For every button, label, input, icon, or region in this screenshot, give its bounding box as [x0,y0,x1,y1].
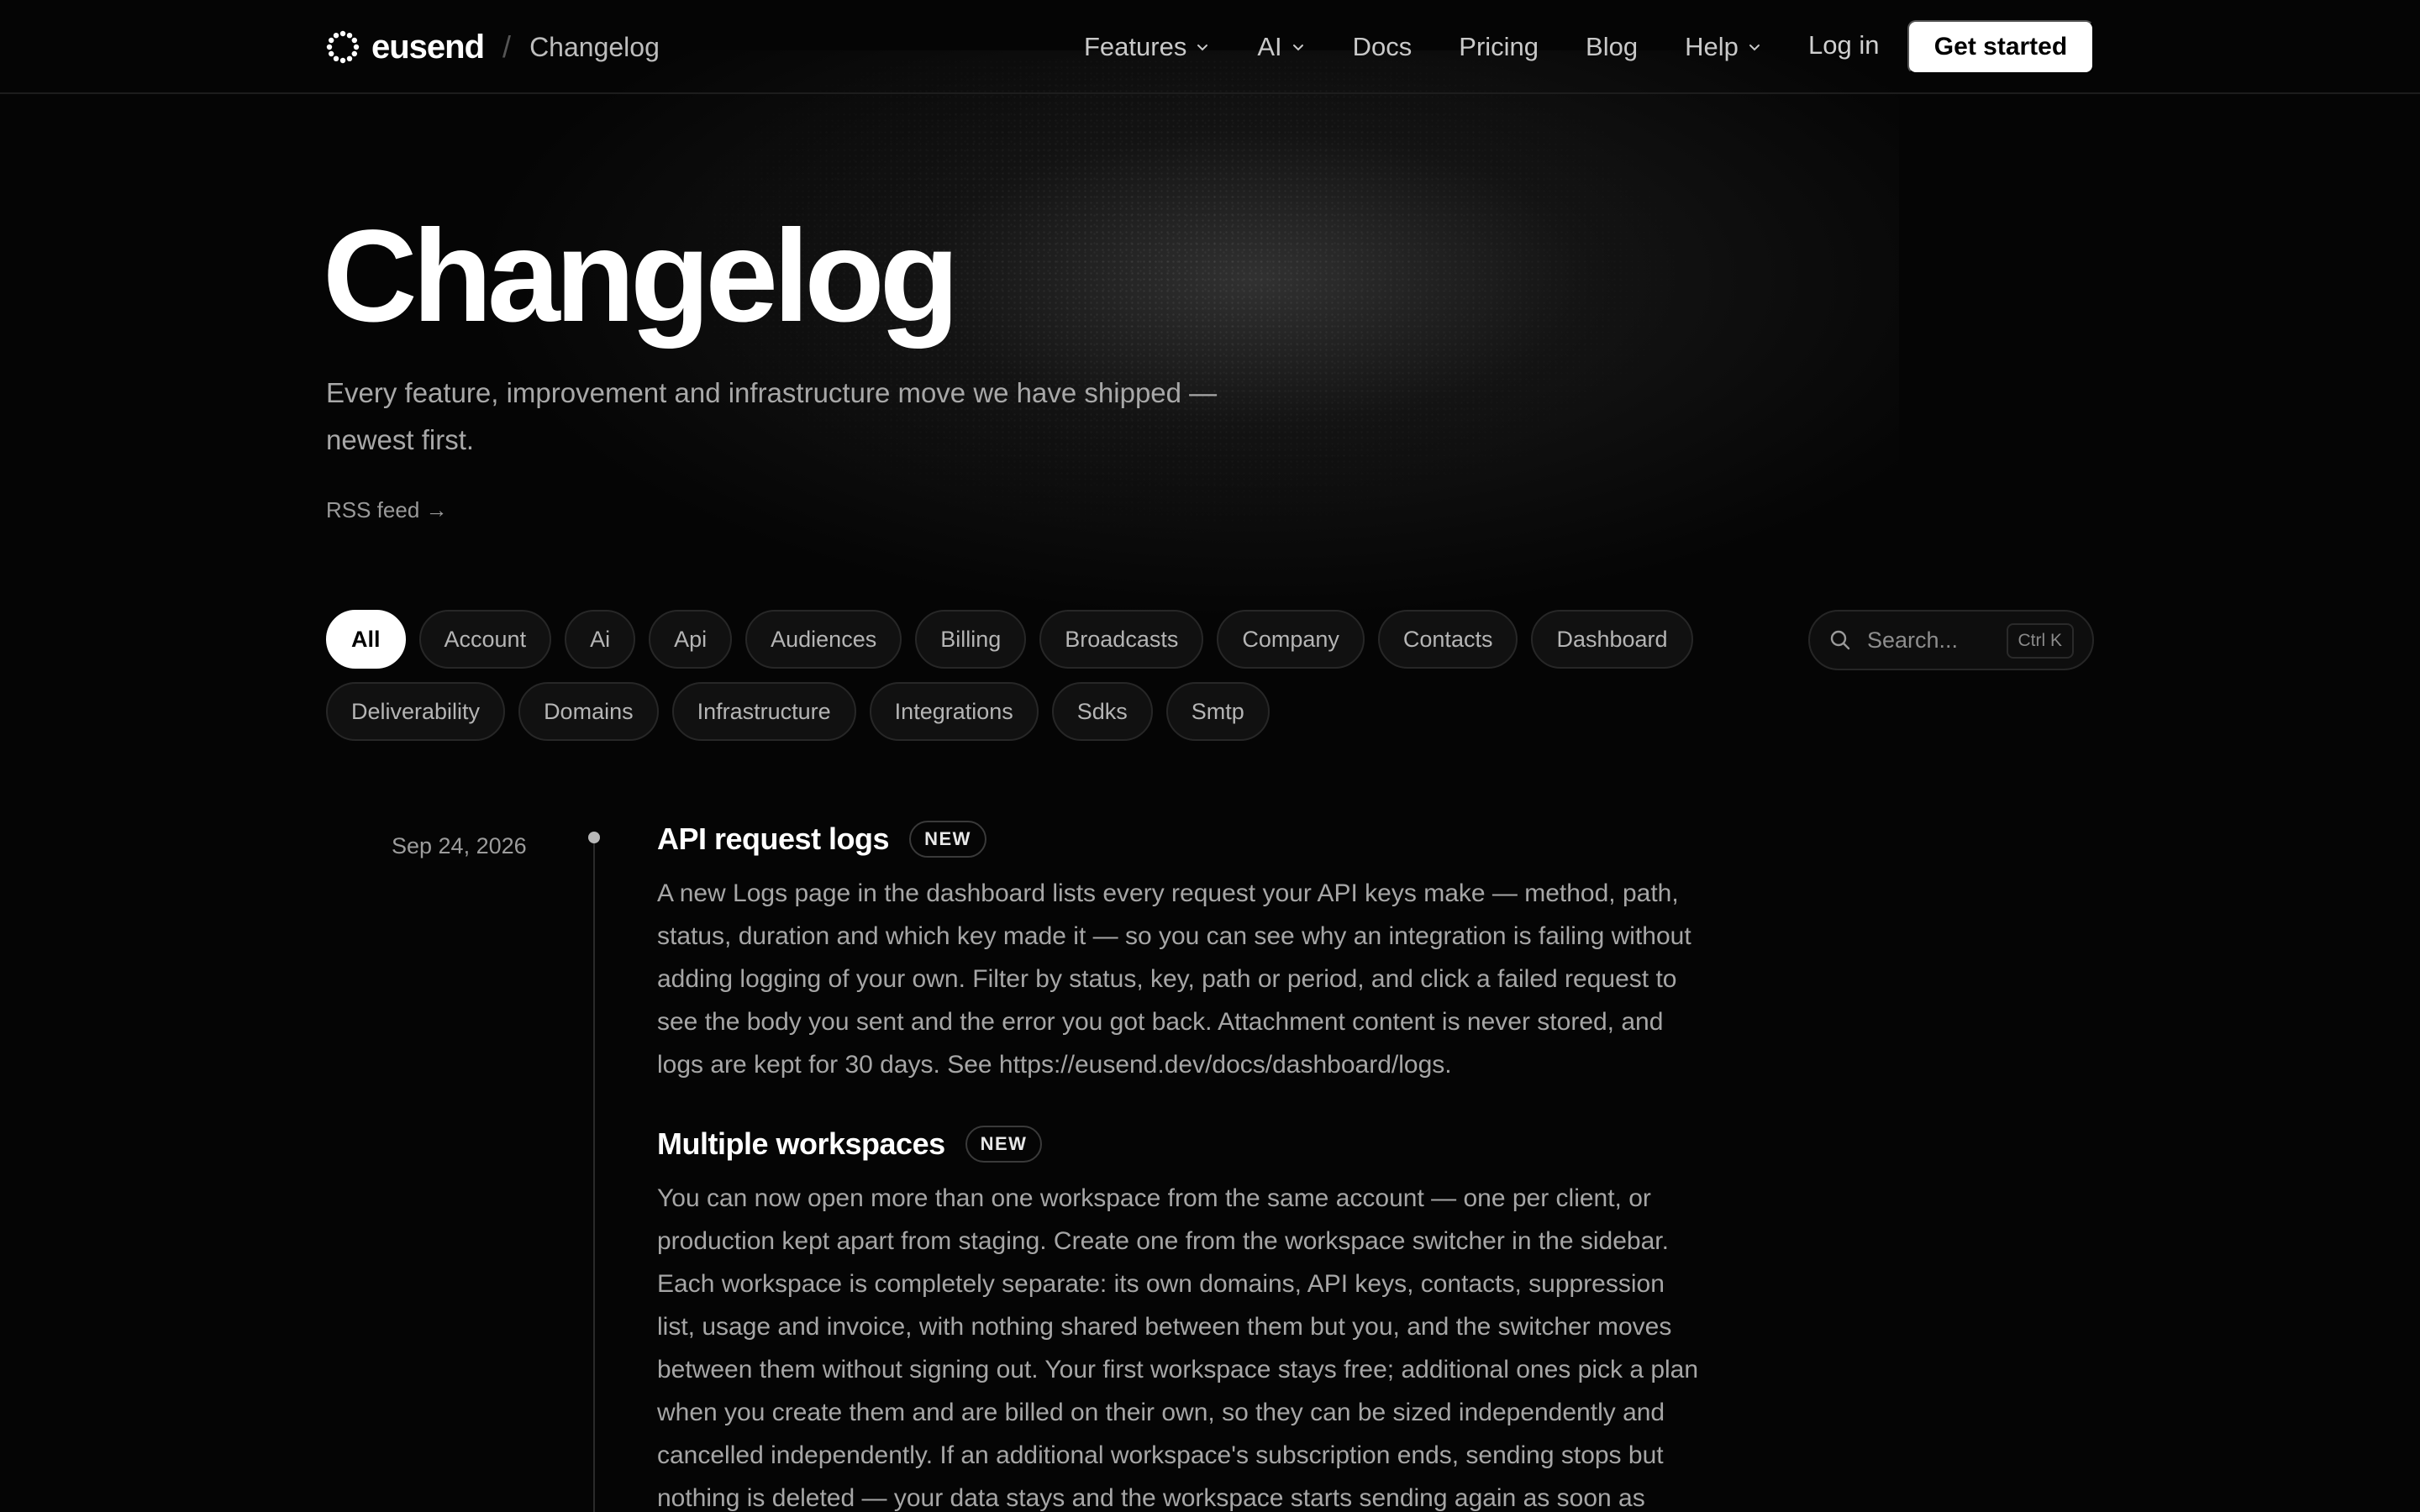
brand-separator: / [502,29,512,64]
search-icon [1830,630,1850,650]
filter-chip-contacts[interactable]: Contacts [1377,610,1518,669]
timeline-line [593,832,595,1512]
filter-row-1: All Account Ai Api Audiences Billing Bro… [326,610,1704,669]
changelog-entry: Multiple workspaces NEW You can now open… [657,1120,1716,1512]
nav-link-features[interactable]: Features [1084,32,1210,62]
brand-name[interactable]: eusend [371,29,485,66]
filter-chip-billing[interactable]: Billing [915,610,1027,669]
nav-links: Features AI Docs Pricing Blog Help [1084,25,1809,69]
filter-chip-ai[interactable]: Ai [565,610,636,669]
changelog-entries: API request logs NEW A new Logs page in … [657,815,1716,1512]
filter-chip-company[interactable]: Company [1217,610,1365,669]
filter-chip-smtp[interactable]: Smtp [1165,682,1270,741]
entry-body: A new Logs page in the dashboard lists e… [657,879,1691,1079]
nav-link-label: Docs [1352,32,1413,61]
nav-link-blog[interactable]: Blog [1586,32,1638,62]
filter-chip-deliverability[interactable]: Deliverability [326,682,506,741]
chevron-down-icon [1292,45,1303,51]
changelog-page: eusend / Changelog Features AI Docs Pric… [0,0,2420,1512]
entry-header: API request logs NEW [657,815,1716,864]
timeline-dot [588,832,600,843]
search-shortcut-hint: Ctrl K [2006,623,2074,659]
current-page-label[interactable]: Changelog [529,32,660,63]
nav-link-docs[interactable]: Docs [1353,32,1413,62]
page-subtitle: Every feature, improvement and infrastru… [326,377,1218,455]
login-link[interactable]: Log in [1808,30,1879,60]
filter-chip-all[interactable]: All [326,610,406,669]
nav-link-label: Pricing [1459,32,1539,61]
filter-chip-broadcasts[interactable]: Broadcasts [1039,610,1204,669]
entry-date: Sep 24, 2026 [392,833,527,858]
filter-chip-infrastructure[interactable]: Infrastructure [671,682,856,741]
category-filters: All Account Ai Api Audiences Billing Bro… [326,610,1704,754]
search-box[interactable]: Ctrl K [1808,610,2094,670]
filter-chip-dashboard[interactable]: Dashboard [1531,610,1693,669]
filter-chip-api[interactable]: Api [649,610,733,669]
entry-header: Multiple workspaces NEW [657,1120,1716,1168]
filter-chip-account[interactable]: Account [418,610,552,669]
chevron-down-icon [1749,45,1760,51]
filter-chip-domains[interactable]: Domains [518,682,659,741]
chevron-down-icon [1197,45,1208,51]
filter-chip-sdks[interactable]: Sdks [1051,682,1153,741]
filter-chip-audiences[interactable]: Audiences [745,610,902,669]
dotted-circle-logo-icon[interactable] [326,30,360,64]
nav-link-label: Blog [1586,32,1639,61]
nav-link-ai[interactable]: AI [1257,32,1305,62]
entry-title[interactable]: API request logs [657,822,890,857]
filter-chip-integrations[interactable]: Integrations [869,682,1039,741]
nav-link-help[interactable]: Help [1685,32,1762,62]
rss-feed-link[interactable]: RSS feed → [326,497,448,523]
brand: eusend / Changelog [326,25,660,69]
new-badge: NEW [909,821,986,858]
changelog-entry: API request logs NEW A new Logs page in … [657,815,1716,1086]
changelog-timeline: Sep 24, 2026 API request logs NEW A new … [326,815,1712,1512]
nav-link-label: AI [1257,32,1282,61]
entry-body: You can now open more than one workspace… [657,1184,1699,1512]
nav-link-pricing[interactable]: Pricing [1459,32,1539,62]
nav-link-label: Help [1685,32,1739,61]
top-nav: eusend / Changelog Features AI Docs Pric… [0,0,2420,94]
search-input[interactable] [1867,627,2002,654]
filter-row-2: Deliverability Domains Infrastructure In… [326,682,1704,741]
nav-link-label: Features [1084,32,1187,61]
get-started-button[interactable]: Get started [1907,20,2094,74]
page-title: Changelog [323,203,960,349]
entry-title[interactable]: Multiple workspaces [657,1126,945,1162]
new-badge: NEW [965,1126,1043,1163]
